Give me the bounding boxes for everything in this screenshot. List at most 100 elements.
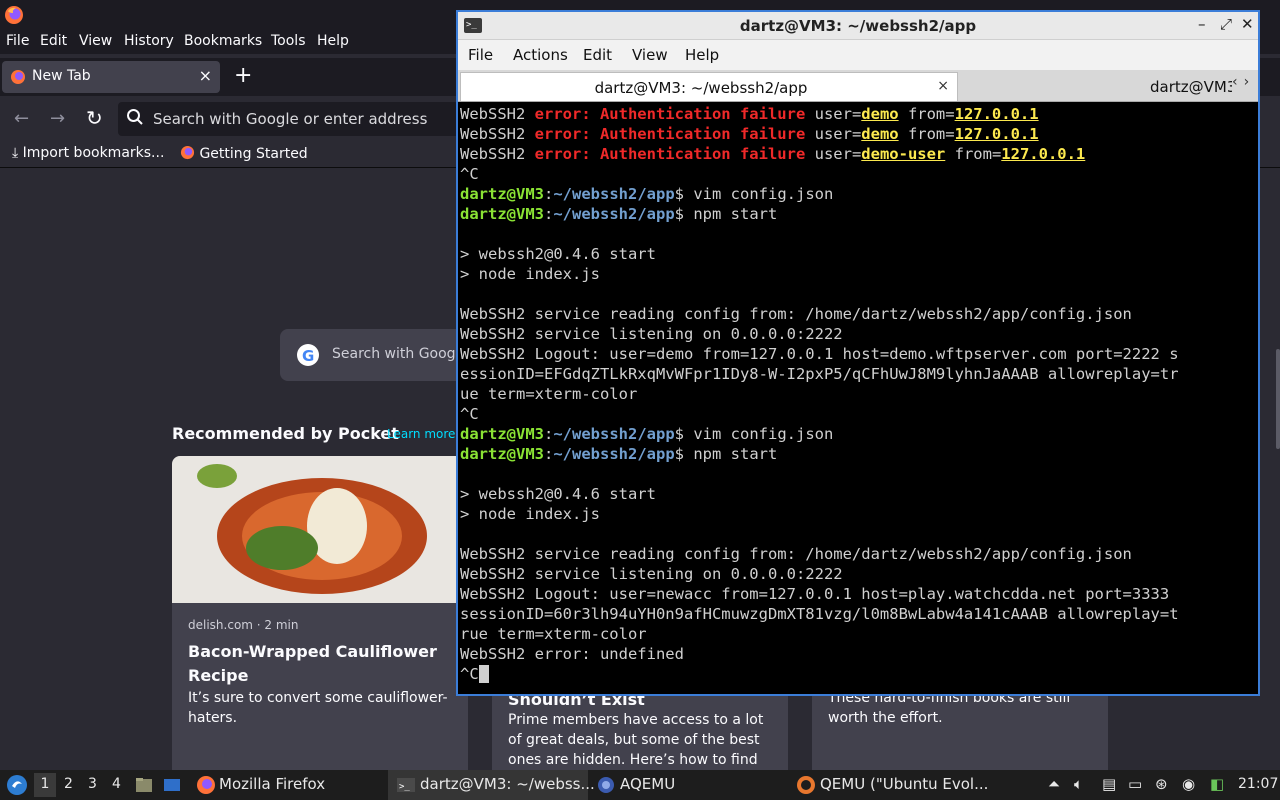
terminal-line: WebSSH2 service reading config from: /ho… (460, 544, 1254, 564)
terminal-text: $ (674, 185, 685, 203)
term-menu-view[interactable]: View (632, 46, 668, 64)
close-icon[interactable]: ✕ (1241, 15, 1254, 33)
terminal-text: : (544, 445, 554, 463)
menu-view[interactable]: View (79, 33, 112, 49)
terminal-line: WebSSH2 service listening on 0.0.0.0:222… (460, 564, 1254, 584)
tray-upload-icon[interactable]: ⏶ (1048, 775, 1060, 793)
tab-scroll-arrows[interactable]: ‹ › (1232, 74, 1256, 98)
workspace-4[interactable]: 4 (112, 776, 121, 792)
terminal-line: dartz@VM3:~/webssh2/app$ npm start (460, 444, 1254, 464)
terminal-text: $ (674, 425, 685, 443)
terminal-text: WebSSH2 service reading config from: /ho… (460, 545, 1132, 563)
notification-icon[interactable]: ◉ (1182, 775, 1195, 793)
scrollbar[interactable] (1276, 349, 1280, 449)
chevron-left-icon[interactable]: ‹ (1232, 74, 1238, 90)
reload-icon[interactable]: ↻ (86, 106, 103, 130)
maximize-icon[interactable]: ⤢ (1220, 15, 1232, 33)
forward-arrow-icon[interactable]: → (50, 108, 65, 129)
bookmark-getting-started[interactable]: Getting Started (180, 145, 308, 162)
taskbar-item-aqemu[interactable]: AQEMU (620, 775, 675, 793)
term-menu-edit[interactable]: Edit (583, 46, 612, 64)
firefox-favicon-icon (180, 145, 195, 160)
terminal-text: WebSSH2 service listening on 0.0.0.0:222… (460, 565, 843, 583)
minimize-icon[interactable]: – (1198, 15, 1206, 33)
terminal-text: dartz@VM3 (460, 425, 544, 443)
workspace-3[interactable]: 3 (88, 776, 97, 792)
pocket-card[interactable]: delish.com · 2 min Bacon-Wrapped Caulifl… (172, 456, 468, 770)
new-tab-button[interactable]: + (234, 63, 252, 88)
terminal-text: demo (861, 125, 899, 143)
tray-app-icon[interactable]: ◧ (1210, 775, 1224, 793)
terminal-text: WebSSH2 (460, 125, 535, 143)
term-menu-file[interactable]: File (468, 46, 493, 64)
terminal-tab-active[interactable]: dartz@VM3: ~/webssh2/app × (460, 72, 958, 101)
update-icon[interactable]: ⊛ (1155, 775, 1168, 793)
firefox-favicon-icon (11, 70, 25, 84)
terminal-text: ^C (460, 405, 479, 423)
card-title: Bacon-Wrapped Cauliflower Recipe (188, 642, 437, 685)
terminal-line: > node index.js (460, 504, 1254, 524)
terminal-line: > webssh2@0.4.6 start (460, 484, 1254, 504)
pocket-learn-more-link[interactable]: Learn more (387, 427, 455, 441)
card-excerpt: Prime members have access to a lot of gr… (508, 712, 764, 768)
clock: 21:07 (1238, 776, 1279, 792)
workspace-2[interactable]: 2 (64, 776, 73, 792)
tab-new-tab[interactable]: New Tab × (2, 61, 220, 93)
terminal-line: WebSSH2 service listening on 0.0.0.0:222… (460, 324, 1254, 344)
clipboard-icon[interactable]: ▤ (1102, 775, 1116, 793)
menu-tools[interactable]: Tools (271, 33, 306, 49)
menu-file[interactable]: File (6, 33, 29, 49)
taskbar-item-qemu[interactable]: QEMU ("Ubuntu Evol... (820, 775, 988, 793)
terminal-text: > node index.js (460, 265, 600, 283)
terminal-text: ue term=xterm-color (460, 385, 638, 403)
menu-bookmarks[interactable]: Bookmarks (184, 33, 262, 49)
terminal-line: dartz@VM3:~/webssh2/app$ npm start (460, 204, 1254, 224)
terminal-text: : (544, 205, 554, 223)
terminal-line: WebSSH2 Logout: user=newacc from=127.0.0… (460, 584, 1254, 604)
terminal-tabbar: dartz@VM3: ~/webssh2/app × dartz@VM3: ~/… (458, 70, 1258, 102)
terminal-line: WebSSH2 service reading config from: /ho… (460, 304, 1254, 324)
menu-history[interactable]: History (124, 33, 174, 49)
terminal-text: vim config.json (684, 185, 834, 203)
tab-close-icon[interactable]: × (937, 78, 949, 94)
volume-icon[interactable]: 🔈︎ (1074, 775, 1083, 793)
terminal-text: user= (805, 125, 862, 143)
workspace-1[interactable]: 1 (34, 773, 56, 797)
taskbar-item-firefox[interactable]: Mozilla Firefox (219, 775, 325, 793)
term-menu-actions[interactable]: Actions (513, 46, 568, 64)
terminal-text: npm start (684, 205, 778, 223)
terminal-line: essionID=EFGdqZTLkRxqMvWFpr1IDy8-W-I2pxP… (460, 364, 1254, 384)
terminal-text: ^C (460, 165, 479, 183)
terminal-titlebar[interactable]: >_ dartz@VM3: ~/webssh2/app – ⤢ ✕ (458, 12, 1258, 40)
terminal-text: essionID=EFGdqZTLkRxqMvWFpr1IDy8-W-I2pxP… (460, 365, 1179, 383)
card-excerpt: It’s sure to convert some cauliflower-ha… (188, 690, 448, 726)
bookmark-import[interactable]: ⤓ Import bookmarks... (12, 145, 164, 161)
terminal-text: user= (805, 145, 862, 163)
network-icon[interactable]: ▭ (1128, 775, 1142, 793)
back-arrow-icon[interactable]: ← (14, 108, 29, 129)
chevron-right-icon[interactable]: › (1244, 74, 1250, 90)
terminal-text: error: Authentication failure (534, 125, 806, 143)
terminal-text: ~/webssh2/app (553, 445, 675, 463)
terminal-output[interactable]: WebSSH2 error: Authentication failure us… (460, 104, 1254, 688)
terminal-text: vim config.json (684, 425, 834, 443)
menu-help[interactable]: Help (317, 33, 349, 49)
terminal-text: : (544, 425, 554, 443)
menu-edit[interactable]: Edit (40, 33, 67, 49)
terminal-text: 127.0.0.1 (954, 105, 1039, 123)
terminal-tab[interactable]: dartz@VM3: ~/webssh2/app (962, 74, 1232, 101)
terminal-text: WebSSH2 Logout: user=demo from=127.0.0.1… (460, 345, 1179, 363)
taskbar-item-terminal[interactable]: dartz@VM3: ~/webss... (420, 775, 595, 793)
terminal-text: sessionID=60r3lh94uYH0n9afHCmuwzgDmXT81v… (460, 605, 1179, 623)
terminal-title: dartz@VM3: ~/webssh2/app (739, 17, 977, 35)
desktop-icon[interactable] (162, 775, 182, 795)
terminal-text: WebSSH2 (460, 145, 535, 163)
terminal-window: >_ dartz@VM3: ~/webssh2/app – ⤢ ✕ File A… (456, 10, 1260, 696)
tab-close-icon[interactable]: × (199, 66, 212, 85)
start-menu-icon[interactable] (6, 774, 28, 796)
term-menu-help[interactable]: Help (685, 46, 719, 64)
file-manager-icon[interactable] (134, 775, 154, 795)
firefox-logo-icon (5, 6, 23, 24)
